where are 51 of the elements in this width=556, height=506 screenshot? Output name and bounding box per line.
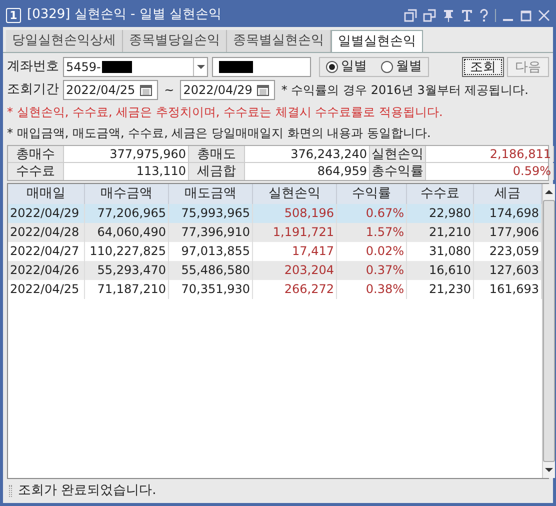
calendar-icon[interactable]: [140, 84, 152, 96]
table-cell: 21,230: [407, 280, 474, 299]
range-separator: ~: [163, 82, 176, 99]
note-text: * 매입금액, 매도금액, 수수료, 세금은 당일매매일지 화면의 내용과 동일합니다.: [7, 125, 432, 142]
table-row[interactable]: 2022/04/27 110,227,825 97,013,855 17,417 0.02% 31,080 223,059: [8, 242, 542, 261]
note-text: * 수익률의 경우 2016년 3월부터 제공됩니다.: [281, 82, 528, 99]
table-cell: 266,272: [253, 280, 337, 299]
maximize-icon[interactable]: [520, 8, 532, 22]
period-label: 조회기간: [7, 81, 59, 100]
account-select[interactable]: 5459-: [63, 57, 208, 77]
summary-value: 0.59%: [426, 163, 554, 180]
summary-label: 수수료: [8, 163, 64, 180]
table-row[interactable]: 2022/04/25 71,187,210 70,351,930 266,272 0.38% 21,230 161,693: [8, 280, 542, 299]
window-number: 1: [6, 8, 21, 22]
summary-value: 2,186,811: [426, 146, 554, 162]
redaction-bar: [219, 61, 253, 73]
table-row[interactable]: 2022/04/28 64,060,490 77,396,910 1,191,721 1.57% 21,210 177,906: [8, 223, 542, 242]
summary-label: 총매수: [8, 146, 64, 162]
summary-label: 총매도: [189, 146, 245, 162]
table-cell: 71,187,210: [85, 280, 169, 299]
table-cell: 70,351,930: [169, 280, 253, 299]
tab[interactable]: 종목별실현손익: [227, 30, 331, 52]
summary-label: 세금합: [189, 163, 245, 180]
status-text: 조회가 완료되었습니다.: [18, 482, 156, 500]
note-text: * 실현손익, 수수료, 세금은 추정치이며, 수수료는 체결시 수수료률로 적용됩니다.: [7, 104, 444, 121]
copy-icon[interactable]: [423, 8, 436, 22]
action-button[interactable]: 조회: [462, 57, 504, 77]
date-field[interactable]: 2022/04/29: [180, 80, 276, 100]
table-row[interactable]: 2022/04/26 55,293,470 55,486,580 203,204 0.37% 16,610 127,603: [8, 261, 542, 280]
tab[interactable]: 종목별당일손익: [123, 30, 227, 52]
scrollbar[interactable]: [542, 184, 555, 478]
table-row[interactable]: 2022/04/29 77,206,965 75,993,965 508,196 0.67% 22,980 174,698: [8, 204, 542, 223]
close-icon[interactable]: [538, 8, 550, 22]
tab[interactable]: 일별실현손익: [331, 30, 423, 52]
window-title: [0329] 실현손익 - 일별 실현손익: [27, 6, 222, 24]
account-label: 계좌번호: [7, 58, 59, 76]
font-icon[interactable]: [461, 8, 473, 22]
calendar-icon[interactable]: [257, 84, 270, 96]
table-cell: 0.38%: [337, 280, 407, 299]
summary-label: 실현손익: [370, 146, 426, 162]
summary-label: 총수익률: [370, 163, 426, 180]
help-icon[interactable]: [479, 8, 489, 22]
table-cell: 2022/04/25: [8, 280, 85, 299]
radio-button[interactable]: 월별: [381, 57, 422, 77]
redaction-bar: [102, 61, 132, 73]
dropdown-caret-icon[interactable]: [193, 58, 207, 76]
tab[interactable]: 당일실현손익상세: [6, 30, 123, 52]
restore-icon[interactable]: [404, 8, 417, 22]
date-field[interactable]: 2022/04/25: [63, 80, 158, 100]
pin-icon[interactable]: [442, 8, 455, 22]
radio-button[interactable]: 일별: [326, 57, 367, 77]
